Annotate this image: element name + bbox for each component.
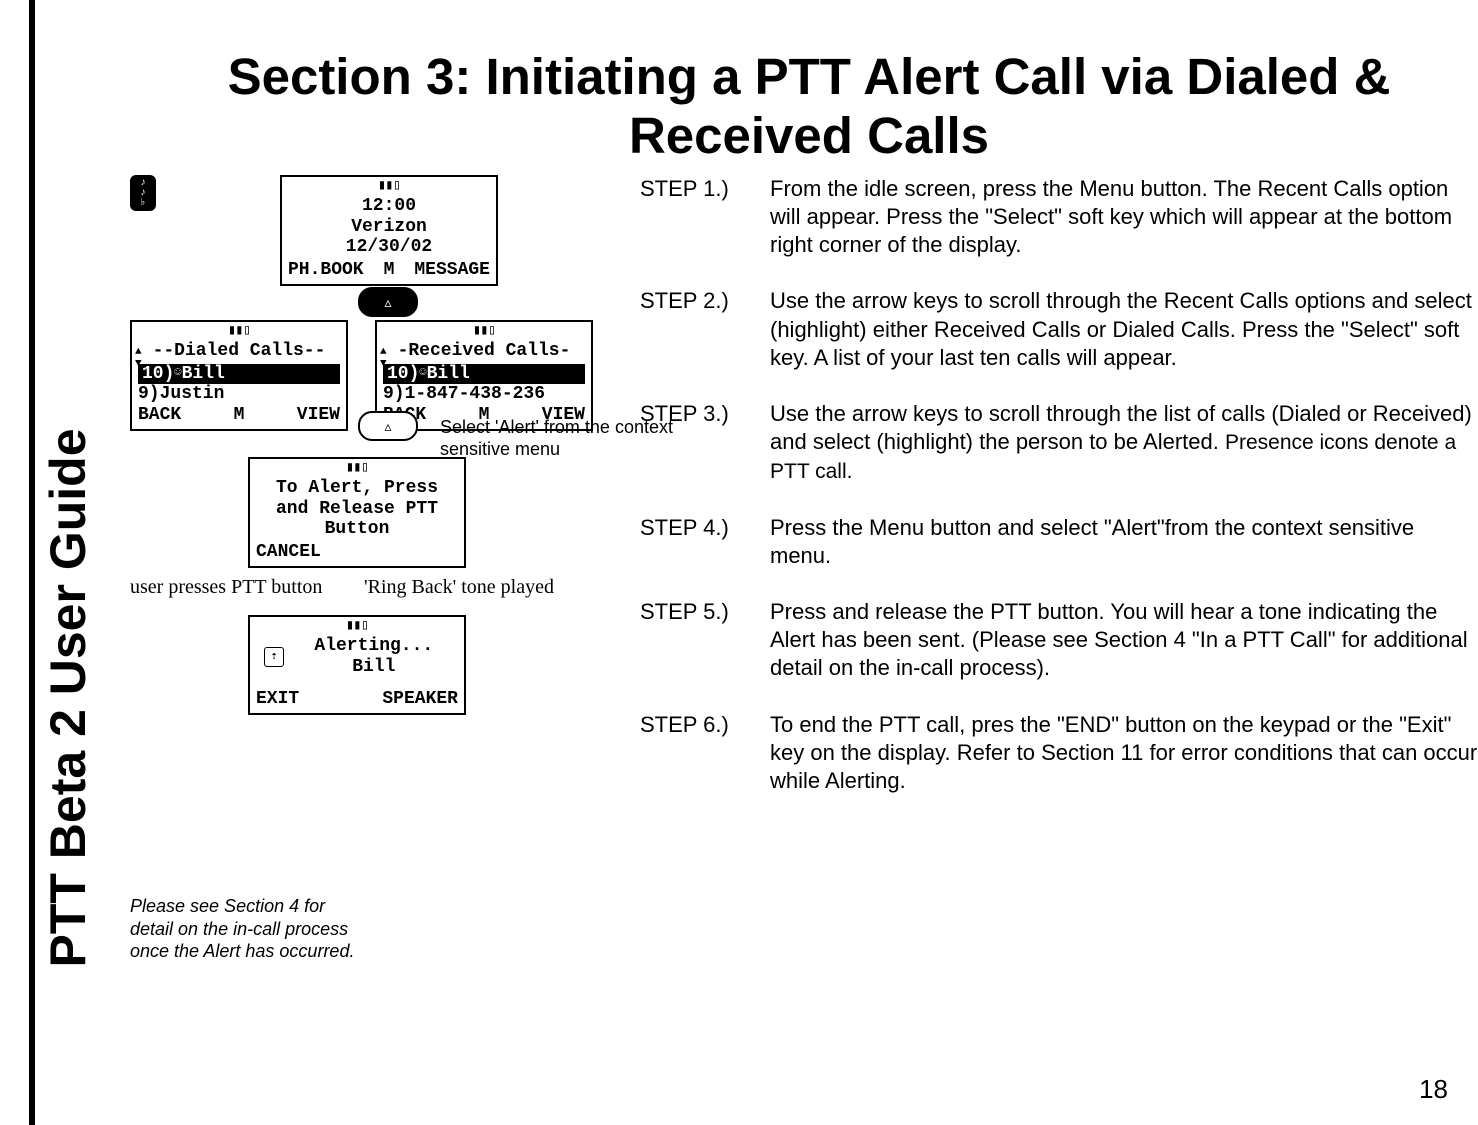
received-row-highlighted: 10)☺Bill bbox=[387, 364, 470, 384]
sidebar-stripe bbox=[29, 0, 35, 1125]
dialed-softkey-mid: M bbox=[234, 405, 245, 426]
step-label: STEP 5.) bbox=[640, 598, 770, 682]
alert-line2: and Release PTT bbox=[254, 499, 460, 520]
diagram-column: ▮▮▯ 12:00 Verizon 12/30/02 PH.BOOK M MES… bbox=[130, 175, 640, 211]
idle-carrier: Verizon bbox=[286, 217, 492, 238]
alert-softkey-left: CANCEL bbox=[256, 542, 321, 563]
alert-line3: Button bbox=[254, 519, 460, 540]
steps-column: STEP 1.) From the idle screen, press the… bbox=[640, 175, 1478, 823]
signal-icon: ▮▮▯ bbox=[250, 617, 464, 634]
signal-icon: ▮▮▯ bbox=[377, 322, 591, 339]
dialed-softkey-left: BACK bbox=[138, 405, 181, 426]
idle-softkey-mid: M bbox=[384, 260, 395, 281]
alerting-softkey-right: SPEAKER bbox=[382, 689, 458, 710]
alerting-line2: Bill bbox=[352, 657, 395, 677]
ring-back-note: 'Ring Back' tone played bbox=[364, 575, 554, 599]
page-number: 18 bbox=[1419, 1074, 1448, 1105]
step-label: STEP 2.) bbox=[640, 287, 770, 371]
alert-line1: To Alert, Press bbox=[254, 478, 460, 499]
step-6: STEP 6.) To end the PTT call, pres the "… bbox=[640, 711, 1478, 795]
step-4: STEP 4.) Press the Menu button and selec… bbox=[640, 514, 1478, 570]
idle-time: 12:00 bbox=[286, 196, 492, 217]
step-text: Use the arrow keys to scroll through the… bbox=[770, 287, 1478, 371]
phone-screen-idle: ▮▮▯ 12:00 Verizon 12/30/02 PH.BOOK M MES… bbox=[280, 175, 498, 286]
alerting-line1: Alerting... bbox=[314, 636, 433, 656]
signal-icon: ▮▮▯ bbox=[250, 459, 464, 476]
step-text: To end the PTT call, pres the "END" butt… bbox=[770, 711, 1478, 795]
nav-arrow-button: ▵ bbox=[358, 411, 418, 441]
phone-screen-dialed: ▮▮▯ ▲▼ --Dialed Calls-- 10)☺Bill 9)Justi… bbox=[130, 320, 348, 431]
phone-screen-alert-prompt: ▮▮▯ To Alert, Press and Release PTT Butt… bbox=[248, 457, 466, 568]
phone-screen-alerting: ▮▮▯ ⇡ Alerting... Bill EXIT SPEAKER bbox=[248, 615, 466, 715]
nav-arrow-button: ▵ bbox=[358, 287, 418, 317]
step-label: STEP 1.) bbox=[640, 175, 770, 259]
content-area: ▮▮▯ 12:00 Verizon 12/30/02 PH.BOOK M MES… bbox=[130, 175, 1478, 1125]
step-label: STEP 3.) bbox=[640, 400, 770, 486]
step-1: STEP 1.) From the idle screen, press the… bbox=[640, 175, 1478, 259]
idle-softkey-right: MESSAGE bbox=[414, 260, 490, 281]
dialed-header: --Dialed Calls-- bbox=[136, 341, 342, 362]
page-title: Section 3: Initiating a PTT Alert Call v… bbox=[150, 48, 1468, 165]
user-press-note: user presses PTT button bbox=[130, 575, 322, 599]
alert-icon: ⇡ bbox=[264, 647, 284, 667]
idle-date: 12/30/02 bbox=[286, 237, 492, 258]
dialed-softkey-right: VIEW bbox=[297, 405, 340, 426]
step-label: STEP 4.) bbox=[640, 514, 770, 570]
received-row-2: 9)1-847-438-236 bbox=[383, 384, 585, 405]
scroll-arrows-icon: ▲▼ bbox=[380, 346, 387, 370]
received-header: -Received Calls- bbox=[381, 341, 587, 362]
idle-softkey-left: PH.BOOK bbox=[288, 260, 364, 281]
signal-icon: ▮▮▯ bbox=[282, 177, 496, 194]
dialed-row-2: 9)Justin bbox=[138, 384, 340, 405]
sidebar: PTT Beta 2 User Guide bbox=[25, 0, 110, 1125]
tone-icon: ♪♪♭ bbox=[130, 175, 156, 211]
scroll-arrows-icon: ▲▼ bbox=[135, 346, 142, 370]
step-text: Use the arrow keys to scroll through the… bbox=[770, 400, 1478, 486]
footnote: Please see Section 4 for detail on the i… bbox=[130, 895, 360, 963]
signal-icon: ▮▮▯ bbox=[132, 322, 346, 339]
step-3: STEP 3.) Use the arrow keys to scroll th… bbox=[640, 400, 1478, 486]
dialed-row-highlighted: 10)☺Bill bbox=[142, 364, 225, 384]
step-label: STEP 6.) bbox=[640, 711, 770, 795]
step-text: From the idle screen, press the Menu but… bbox=[770, 175, 1478, 259]
step-text: Press and release the PTT button. You wi… bbox=[770, 598, 1478, 682]
step-5: STEP 5.) Press and release the PTT butto… bbox=[640, 598, 1478, 682]
sidebar-title: PTT Beta 2 User Guide bbox=[39, 428, 97, 967]
step-text: Press the Menu button and select "Alert"… bbox=[770, 514, 1478, 570]
alerting-softkey-left: EXIT bbox=[256, 689, 299, 710]
step-2: STEP 2.) Use the arrow keys to scroll th… bbox=[640, 287, 1478, 371]
